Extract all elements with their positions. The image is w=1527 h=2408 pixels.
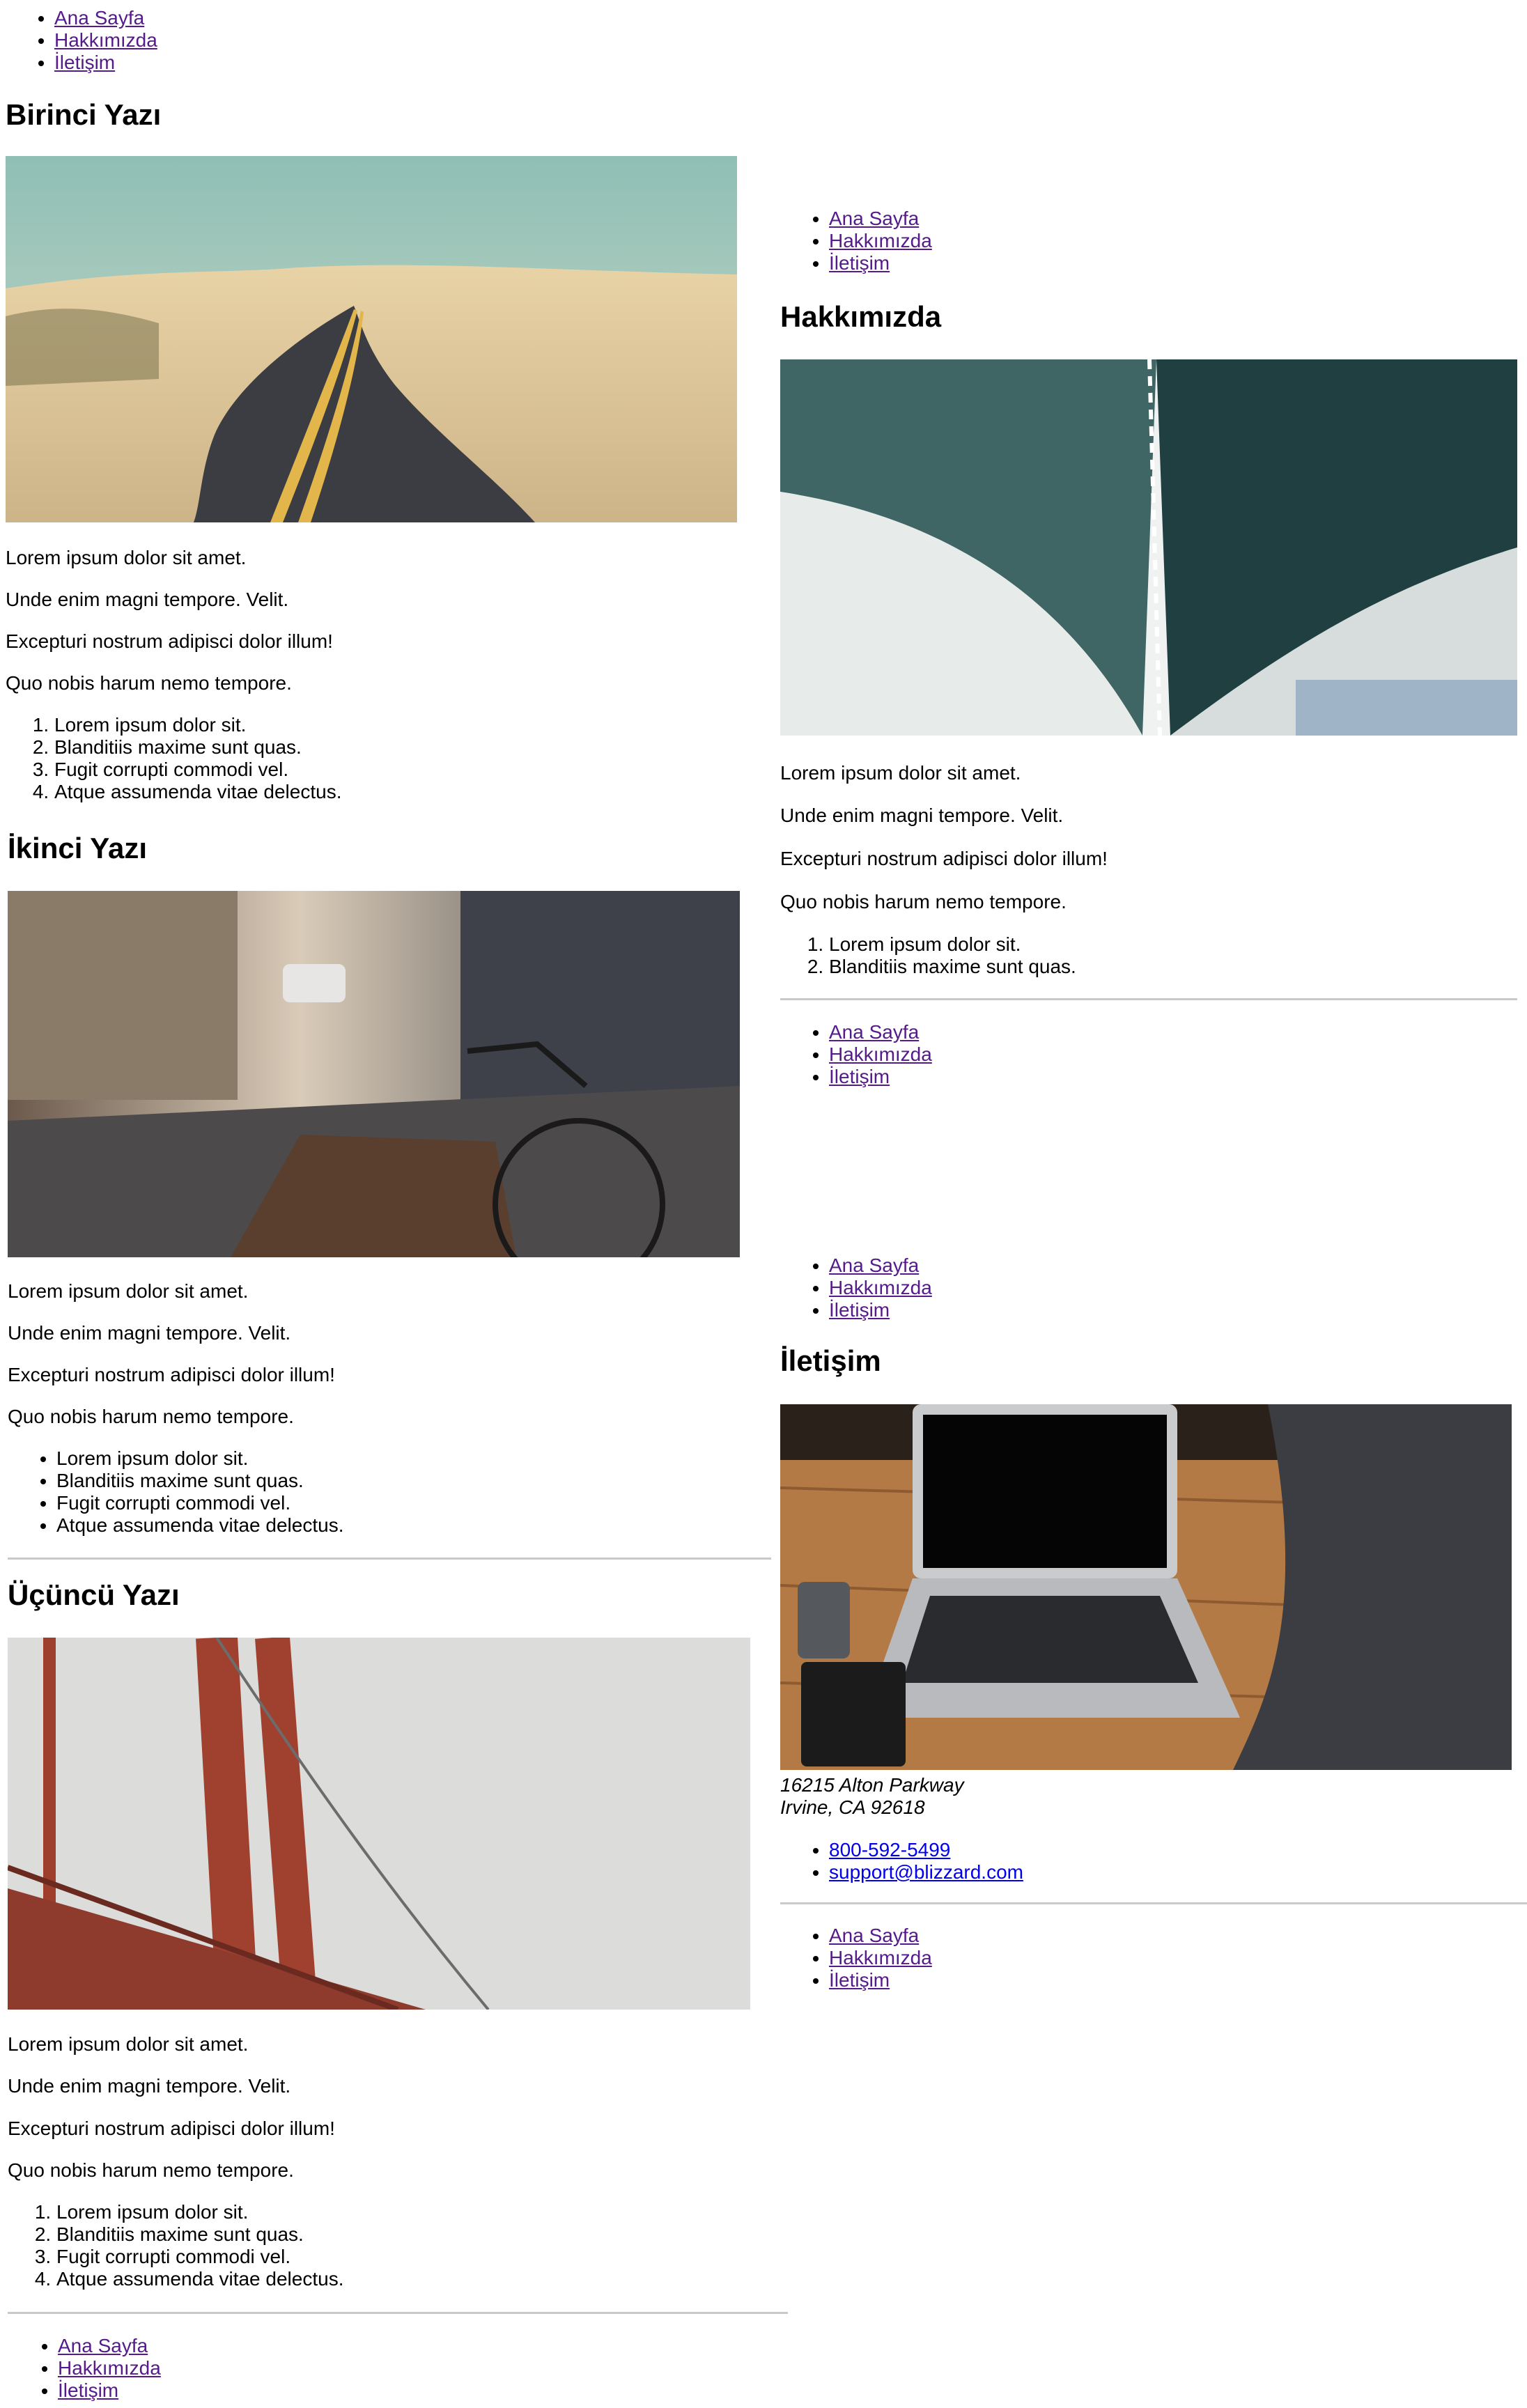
nav-item: Hakkımızda bbox=[829, 1947, 932, 1969]
nav-link-hakkimizda[interactable]: Hakkımızda bbox=[54, 29, 157, 51]
nav-item: Hakkımızda bbox=[829, 1277, 932, 1299]
nav-item: İletişim bbox=[829, 252, 932, 274]
paragraph: Lorem ipsum dolor sit amet. bbox=[8, 1280, 249, 1302]
nav-item: Ana Sayfa bbox=[58, 2335, 161, 2357]
contact-list: 800-592-5499 support@blizzard.com bbox=[780, 1839, 1023, 1883]
email-link[interactable]: support@blizzard.com bbox=[829, 1861, 1023, 1883]
paragraph: Quo nobis harum nemo tempore. bbox=[6, 672, 292, 694]
list-item: Blanditiis maxime sunt quas. bbox=[829, 956, 1076, 978]
paragraph: Quo nobis harum nemo tempore. bbox=[8, 2159, 294, 2181]
top-nav: Ana Sayfa Hakkımızda İletişim bbox=[780, 1255, 932, 1321]
list-item: Fugit corrupti commodi vel. bbox=[54, 759, 341, 781]
paragraph: Lorem ipsum dolor sit amet. bbox=[780, 762, 1021, 784]
paragraph: Unde enim magni tempore. Velit. bbox=[8, 2075, 291, 2097]
post-title-ucuncu: Üçüncü Yazı bbox=[8, 1578, 180, 1611]
contact-item: support@blizzard.com bbox=[829, 1861, 1023, 1883]
paragraph: Quo nobis harum nemo tempore. bbox=[8, 1406, 294, 1427]
list-item: Lorem ipsum dolor sit. bbox=[829, 933, 1076, 956]
list-item: Blanditiis maxime sunt quas. bbox=[56, 2223, 343, 2246]
paragraph: Excepturi nostrum adipisci dolor illum! bbox=[8, 2118, 335, 2139]
nav-link-iletisim[interactable]: İletişim bbox=[58, 2379, 118, 2401]
list-item: Lorem ipsum dolor sit. bbox=[56, 2201, 343, 2223]
top-nav: Ana Sayfa Hakkımızda İletişim bbox=[780, 208, 932, 274]
nav-link-ana-sayfa[interactable]: Ana Sayfa bbox=[829, 1255, 919, 1276]
nav-item: Ana Sayfa bbox=[54, 7, 157, 29]
contact-item: 800-592-5499 bbox=[829, 1839, 1023, 1861]
paragraph: Excepturi nostrum adipisci dolor illum! bbox=[780, 848, 1108, 869]
nav-item: Ana Sayfa bbox=[829, 1021, 932, 1043]
list-item: Lorem ipsum dolor sit. bbox=[54, 714, 341, 736]
post-title-ikinci: İkinci Yazı bbox=[8, 832, 148, 864]
footer-nav: Ana Sayfa Hakkımızda İletişim bbox=[780, 1021, 932, 1088]
paragraph: Lorem ipsum dolor sit amet. bbox=[6, 547, 247, 568]
address-line: Irvine, CA 92618 bbox=[780, 1796, 925, 1818]
street-bicycle-photo bbox=[8, 891, 740, 1257]
nav-link-iletisim[interactable]: İletişim bbox=[54, 52, 115, 73]
nav-link-hakkimizda[interactable]: Hakkımızda bbox=[58, 2357, 161, 2379]
list-item: Atque assumenda vitae delectus. bbox=[56, 2268, 343, 2290]
nav-item: Ana Sayfa bbox=[829, 1255, 932, 1277]
divider bbox=[780, 1902, 1527, 1904]
nav-item: Ana Sayfa bbox=[829, 1925, 932, 1947]
nav-item: İletişim bbox=[829, 1299, 932, 1321]
desert-road-photo bbox=[6, 156, 737, 522]
list-item: Fugit corrupti commodi vel. bbox=[56, 2246, 343, 2268]
list-item: Fugit corrupti commodi vel. bbox=[56, 1492, 343, 1514]
ordered-list: Lorem ipsum dolor sit. Blanditiis maxime… bbox=[780, 933, 1076, 978]
nav-link-iletisim[interactable]: İletişim bbox=[829, 1969, 890, 1991]
nav-link-iletisim[interactable]: İletişim bbox=[829, 1299, 890, 1321]
paragraph: Excepturi nostrum adipisci dolor illum! bbox=[6, 630, 333, 652]
nav-link-ana-sayfa[interactable]: Ana Sayfa bbox=[58, 2335, 148, 2356]
paragraph: Unde enim magni tempore. Velit. bbox=[780, 805, 1064, 826]
nav-link-ana-sayfa[interactable]: Ana Sayfa bbox=[829, 208, 919, 229]
nav-link-hakkimizda[interactable]: Hakkımızda bbox=[829, 230, 932, 251]
golden-gate-bridge-photo bbox=[8, 1638, 750, 2010]
nav-link-hakkimizda[interactable]: Hakkımızda bbox=[829, 1947, 932, 1968]
nav-item: Hakkımızda bbox=[829, 1043, 932, 1066]
unordered-list: Lorem ipsum dolor sit. Blanditiis maxime… bbox=[8, 1447, 343, 1537]
page-title-hakkimizda: Hakkımızda bbox=[780, 300, 942, 333]
nav-link-ana-sayfa[interactable]: Ana Sayfa bbox=[54, 7, 144, 29]
divider bbox=[8, 2312, 788, 2314]
nav-link-hakkimizda[interactable]: Hakkımızda bbox=[829, 1277, 932, 1298]
nav-item: İletişim bbox=[829, 1066, 932, 1088]
nav-link-iletisim[interactable]: İletişim bbox=[829, 252, 890, 274]
footer-nav: Ana Sayfa Hakkımızda İletişim bbox=[9, 2335, 161, 2402]
post-title-birinci: Birinci Yazı bbox=[6, 98, 162, 131]
top-nav: Ana Sayfa Hakkımızda İletişim bbox=[6, 7, 157, 74]
nav-item: Hakkımızda bbox=[54, 29, 157, 52]
nav-link-ana-sayfa[interactable]: Ana Sayfa bbox=[829, 1925, 919, 1946]
footer-nav: Ana Sayfa Hakkımızda İletişim bbox=[780, 1925, 932, 1991]
nav-item: Ana Sayfa bbox=[829, 208, 932, 230]
nav-item: Hakkımızda bbox=[829, 230, 932, 252]
ordered-list: Lorem ipsum dolor sit. Blanditiis maxime… bbox=[6, 714, 341, 803]
list-item: Blanditiis maxime sunt quas. bbox=[56, 1470, 343, 1492]
ordered-list: Lorem ipsum dolor sit. Blanditiis maxime… bbox=[8, 2201, 343, 2290]
nav-link-hakkimizda[interactable]: Hakkımızda bbox=[829, 1043, 932, 1065]
address-line: 16215 Alton Parkway bbox=[780, 1774, 964, 1796]
paragraph: Excepturi nostrum adipisci dolor illum! bbox=[8, 1364, 335, 1385]
nav-item: İletişim bbox=[829, 1969, 932, 1991]
nav-item: Hakkımızda bbox=[58, 2357, 161, 2379]
list-item: Atque assumenda vitae delectus. bbox=[56, 1514, 343, 1537]
bridge-underside-photo bbox=[780, 359, 1517, 736]
paragraph: Lorem ipsum dolor sit amet. bbox=[8, 2033, 249, 2055]
page-title-iletisim: İletişim bbox=[780, 1344, 881, 1377]
list-item: Atque assumenda vitae delectus. bbox=[54, 781, 341, 803]
nav-link-iletisim[interactable]: İletişim bbox=[829, 1066, 890, 1087]
paragraph: Unde enim magni tempore. Velit. bbox=[6, 589, 289, 610]
paragraph: Quo nobis harum nemo tempore. bbox=[780, 891, 1067, 912]
nav-item: İletişim bbox=[54, 52, 157, 74]
divider bbox=[8, 1558, 771, 1560]
nav-item: İletişim bbox=[58, 2379, 161, 2402]
laptop-workspace-photo bbox=[780, 1404, 1512, 1770]
list-item: Lorem ipsum dolor sit. bbox=[56, 1447, 343, 1470]
nav-link-ana-sayfa[interactable]: Ana Sayfa bbox=[829, 1021, 919, 1043]
divider bbox=[780, 998, 1517, 1000]
address: 16215 Alton Parkway Irvine, CA 92618 bbox=[780, 1774, 964, 1819]
phone-link[interactable]: 800-592-5499 bbox=[829, 1839, 950, 1861]
paragraph: Unde enim magni tempore. Velit. bbox=[8, 1322, 291, 1344]
list-item: Blanditiis maxime sunt quas. bbox=[54, 736, 341, 759]
